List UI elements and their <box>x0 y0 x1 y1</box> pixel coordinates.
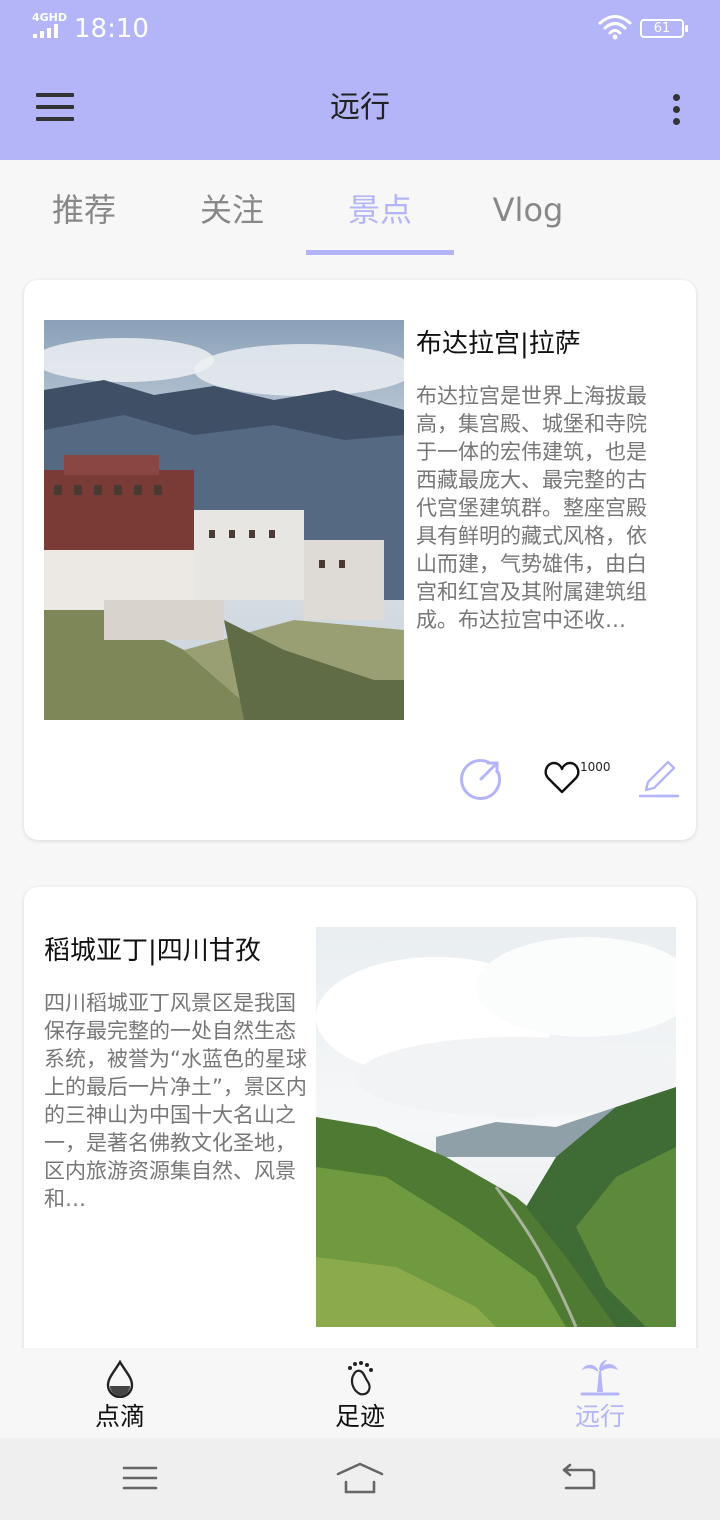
tab-bar: 推荐 关注 景点 Vlog <box>0 160 720 260</box>
nav-label: 远行 <box>574 1402 625 1431</box>
network-type: 4GHD <box>32 11 68 24</box>
like-count: 1000 <box>580 760 611 774</box>
system-navigation-bar <box>0 1438 720 1520</box>
home-icon[interactable] <box>336 1460 384 1496</box>
signal-icon <box>33 24 58 38</box>
nav-dots[interactable]: 点滴 <box>60 1358 180 1432</box>
nav-label: 点滴 <box>94 1402 145 1431</box>
heart-icon[interactable] <box>542 758 582 798</box>
wifi-icon <box>598 15 632 40</box>
tab-scenic-spots[interactable]: 景点 <box>306 188 454 232</box>
share-icon[interactable] <box>458 756 504 802</box>
bottom-navigation: 点滴 足迹 远行 <box>0 1348 720 1438</box>
card-description: 四川稻城亚丁风景区是我国保存最完整的一处自然生态系统，被誉为“水蓝色的星球上的最… <box>44 991 307 1211</box>
nav-travel[interactable]: 远行 <box>540 1358 660 1432</box>
scenic-card-potala[interactable]: 布达拉宫|拉萨 布达拉宫是世界上海拔最高，集宫殿、城堡和寺院于一体的宏伟建筑，也… <box>24 280 696 840</box>
page-title: 远行 <box>330 90 390 125</box>
tab-indicator <box>306 250 454 255</box>
card-title: 稻城亚丁|四川甘孜 <box>44 936 261 966</box>
status-bar: 4GHD 18:10 61 <box>0 0 720 60</box>
card-description: 布达拉宫是世界上海拔最高，集宫殿、城堡和寺院于一体的宏伟建筑，也是西藏最庞大、最… <box>416 384 647 632</box>
tab-recommend[interactable]: 推荐 <box>10 188 158 232</box>
app-bar: 远行 <box>0 60 720 160</box>
daocheng-yading-image <box>316 927 676 1327</box>
more-icon <box>672 94 680 101</box>
footprint-icon <box>348 1361 373 1396</box>
nav-footprint[interactable]: 足迹 <box>300 1358 420 1432</box>
nav-label: 足迹 <box>334 1402 385 1431</box>
tab-follow[interactable]: 关注 <box>158 188 306 232</box>
back-icon[interactable] <box>558 1460 602 1496</box>
battery-indicator: 61 <box>640 19 688 38</box>
potala-palace-image <box>44 320 404 720</box>
more-options-button[interactable] <box>664 94 688 130</box>
tab-vlog[interactable]: Vlog <box>454 188 602 232</box>
card-title: 布达拉宫|拉萨 <box>416 329 581 359</box>
recent-apps-icon[interactable] <box>118 1460 162 1496</box>
palm-tree-icon <box>580 1360 620 1396</box>
edit-icon[interactable] <box>636 756 682 802</box>
status-time: 18:10 <box>74 14 149 44</box>
drop-icon <box>106 1359 134 1398</box>
